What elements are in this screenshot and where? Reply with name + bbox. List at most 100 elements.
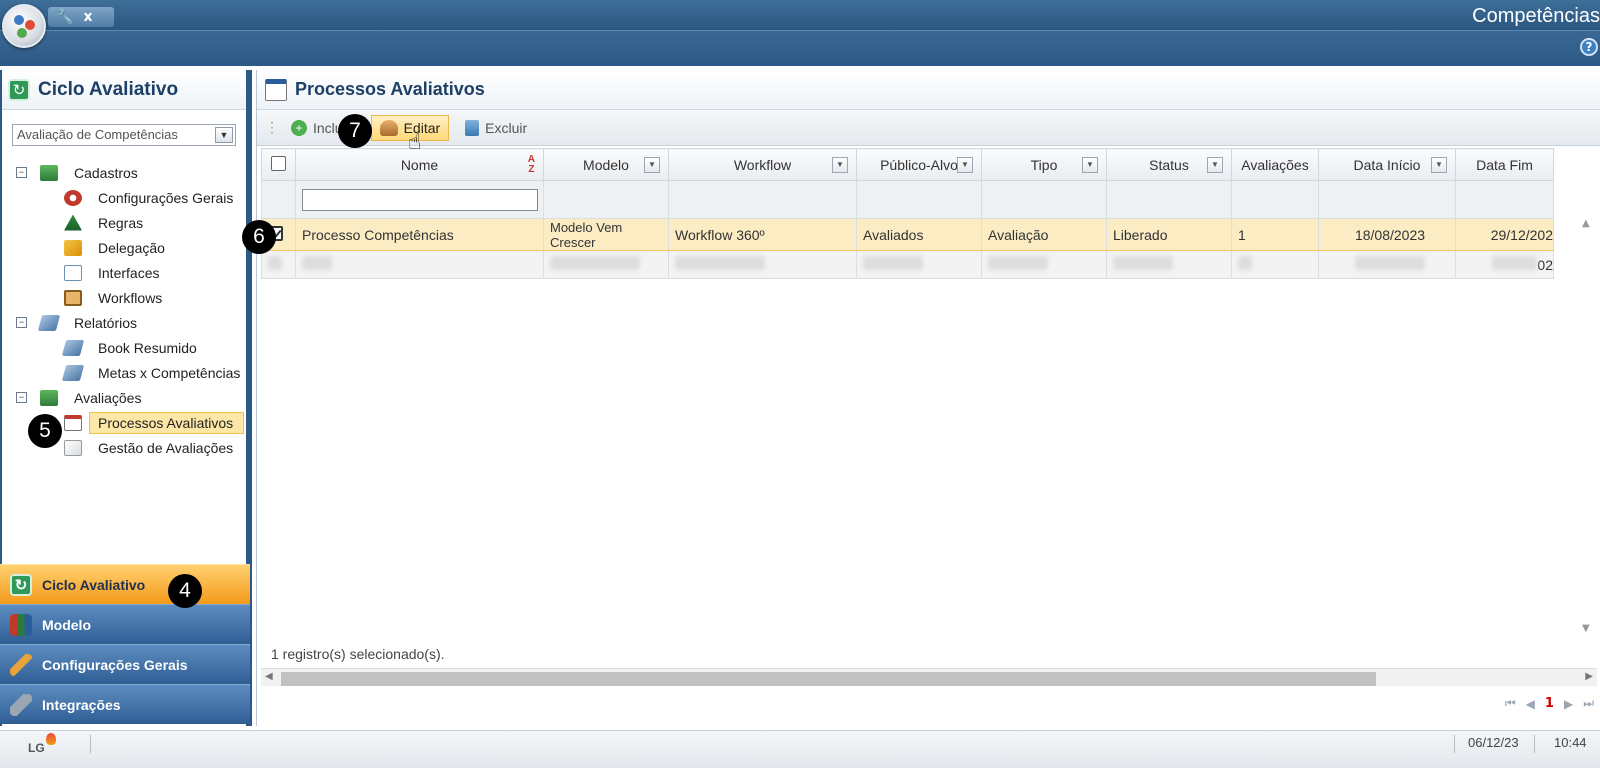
status-date: 06/12/23 (1468, 735, 1519, 750)
next-page-icon[interactable]: ▶ (1564, 697, 1573, 711)
first-page-icon[interactable]: ⏮ (1505, 696, 1516, 711)
filter-dropdown-icon[interactable]: ▼ (1082, 157, 1098, 173)
redacted-content (1113, 256, 1173, 270)
column-label: Data Fim (1476, 156, 1533, 173)
wrench-icon[interactable]: 🔧 (56, 9, 73, 25)
tree-node-regras[interactable]: Regras (12, 210, 248, 235)
redacted-content (863, 256, 923, 270)
status-bar: LG 06/12/23 10:44 (0, 730, 1600, 768)
column-header-data-inicio[interactable]: Data Início ▼ (1318, 148, 1456, 181)
select-all-checkbox[interactable] (271, 155, 286, 171)
lg-logo: LG (28, 741, 45, 755)
filter-dropdown-icon[interactable]: ▼ (1431, 157, 1447, 173)
delete-button[interactable]: Excluir (457, 115, 535, 141)
cell-nome: Processo Competências (295, 218, 544, 251)
tree-node-delegacao[interactable]: Delegação (12, 235, 248, 260)
filter-dropdown-icon[interactable]: ▼ (957, 157, 973, 173)
module-accordion: ↻ Ciclo Avaliativo Modelo Configurações … (0, 564, 250, 724)
collapse-icon[interactable]: − (16, 392, 27, 403)
collapse-icon[interactable]: − (16, 167, 27, 178)
grid-toolbar: ⋮ + Inclu Editar Excluir (257, 110, 1600, 146)
column-header-data-fim[interactable]: Data Fim (1455, 148, 1554, 181)
tree-node-cadastros[interactable]: − Cadastros (12, 160, 248, 185)
redacted-cell: 02 (1455, 250, 1554, 279)
trash-icon (465, 119, 480, 136)
accordion-modelo[interactable]: Modelo (0, 604, 250, 644)
cell-workflow: Workflow 360º (668, 218, 857, 251)
tree-label: Book Resumido (98, 339, 197, 356)
column-header-workflow[interactable]: Workflow ▼ (668, 148, 857, 181)
tree-label: Avaliações (74, 389, 142, 406)
binders-icon (10, 613, 32, 636)
hand-cursor-icon: ☝ (408, 130, 422, 155)
step-marker-5: 5 (28, 414, 62, 448)
column-header-publico-alvo[interactable]: Público-Alvo ▼ (856, 148, 982, 181)
tree-node-workflows[interactable]: Workflows (12, 285, 248, 310)
assessment-icon (64, 439, 82, 456)
main-panel: Processos Avaliativos ⋮ + Inclu Editar E… (256, 70, 1600, 726)
redacted-cell (1318, 250, 1456, 279)
scroll-left-icon[interactable]: ◀ (265, 671, 273, 682)
scroll-up-icon[interactable]: ▲ (1582, 218, 1590, 229)
pager: ⏮ ◀ 1 ▶ ⏭ (1505, 696, 1594, 711)
filter-dropdown-icon[interactable]: ▼ (1207, 157, 1223, 173)
last-page-icon[interactable]: ⏭ (1583, 696, 1594, 711)
tree-node-metas-competencias[interactable]: Metas x Competências (12, 360, 248, 385)
scroll-right-icon[interactable]: ▶ (1585, 671, 1593, 682)
app-title: Competências (1472, 5, 1600, 27)
column-header-modelo[interactable]: Modelo ▼ (543, 148, 669, 181)
select-all-header[interactable] (261, 148, 296, 181)
tree-node-book-resumido[interactable]: Book Resumido (12, 335, 248, 360)
table-row[interactable]: 02 (261, 250, 1554, 279)
redacted-content (550, 256, 640, 270)
tree-node-avaliacoes[interactable]: − Avaliações (12, 385, 248, 410)
clipboard-icon (64, 289, 82, 306)
page-title: Processos Avaliativos (295, 79, 485, 99)
redacted-content (302, 256, 332, 270)
accordion-integracoes[interactable]: Integrações (0, 684, 250, 724)
left-panel-title: Ciclo Avaliativo (38, 78, 179, 100)
column-header-tipo[interactable]: Tipo ▼ (981, 148, 1107, 181)
tree-node-interfaces[interactable]: Interfaces (12, 260, 248, 285)
gear-icon (64, 189, 82, 206)
column-label: Data Início (1353, 156, 1421, 173)
filter-dropdown-icon[interactable]: ▼ (644, 157, 660, 173)
prev-page-icon[interactable]: ◀ (1526, 697, 1535, 711)
app-menu-orb-icon[interactable] (2, 4, 46, 48)
current-page[interactable]: 1 (1545, 696, 1554, 711)
step-marker-4: 4 (168, 574, 202, 608)
calendar-icon (265, 78, 287, 101)
redacted-content (1238, 256, 1252, 270)
column-header-avaliacoes[interactable]: Avaliações (1231, 148, 1319, 181)
filter-cell (1231, 180, 1319, 219)
tree-label: Delegação (98, 239, 165, 256)
name-filter-input[interactable] (302, 188, 538, 211)
module-select[interactable]: Avaliação de Competências ▼ (12, 124, 236, 146)
scrollbar-thumb[interactable] (281, 672, 1376, 686)
cell-tipo: Avaliação (981, 218, 1107, 251)
vertical-scrollbar[interactable]: ▲ ▼ (1582, 218, 1598, 634)
filter-dropdown-icon[interactable]: ▼ (832, 157, 848, 173)
tree-node-relatorios[interactable]: − Relatórios (12, 310, 248, 335)
column-label: Nome (400, 156, 439, 173)
table-row[interactable]: Processo Competências Modelo Vem Crescer … (261, 218, 1554, 251)
left-panel-header: ↻ Ciclo Avaliativo (2, 70, 246, 110)
filter-cell (543, 180, 669, 219)
accordion-ciclo-avaliativo[interactable]: ↻ Ciclo Avaliativo (0, 564, 250, 604)
redacted-content (268, 256, 282, 270)
collapse-icon[interactable]: − (16, 317, 27, 328)
column-header-status[interactable]: Status ▼ (1106, 148, 1232, 181)
chevron-down-icon[interactable]: ▼ (215, 127, 233, 143)
scroll-down-icon[interactable]: ▼ (1582, 623, 1590, 634)
tree-node-configuracoes-gerais[interactable]: Configurações Gerais (12, 185, 248, 210)
horizontal-scrollbar[interactable]: ◀ ▶ (261, 668, 1597, 686)
filter-cell (261, 180, 296, 219)
cycle-icon: ↻ (8, 78, 30, 101)
sort-az-icon[interactable]: AZ (528, 155, 535, 175)
redacted-cell (543, 250, 669, 279)
tree-label: Interfaces (98, 264, 160, 281)
row-select-cell[interactable] (261, 250, 296, 279)
help-icon[interactable]: ? (1580, 38, 1598, 56)
close-icon[interactable]: x (83, 9, 92, 25)
accordion-configuracoes-gerais[interactable]: Configurações Gerais (0, 644, 250, 684)
